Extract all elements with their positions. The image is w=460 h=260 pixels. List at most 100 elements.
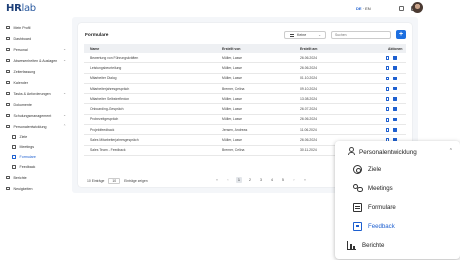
document-icon	[6, 102, 10, 107]
table-row[interactable]: Mitarbeiter Dialog Müller, Lasse 01.10.202…	[84, 74, 406, 84]
sidebar-item-berichte[interactable]: Berichte	[0, 172, 70, 183]
trash-icon[interactable]	[393, 97, 397, 101]
news-icon	[6, 186, 10, 191]
table-row[interactable]: Bewertung von Führungskräften Müller, Las…	[84, 53, 406, 64]
trash-icon[interactable]	[393, 76, 397, 81]
edit-icon[interactable]	[386, 86, 390, 91]
language-switch[interactable]: DE · EN	[356, 6, 371, 11]
sidebar-item-training[interactable]: Schulungsmanagement ⌄	[0, 110, 70, 121]
people-icon	[6, 47, 10, 52]
sidebar-item-neuigkeiten[interactable]: Neuigkeiten	[0, 183, 70, 194]
page-size-select[interactable]: 10	[108, 178, 121, 184]
column-header-actions: Aktionen	[388, 46, 403, 51]
chevron-down-icon: ⌄	[63, 47, 66, 51]
calendar-icon	[6, 80, 10, 85]
chart-icon	[6, 175, 10, 180]
edit-icon[interactable]	[386, 66, 390, 71]
print-icon[interactable]	[399, 6, 404, 11]
table-row[interactable]: Leistungsbeurteilung Müller, Lasse 26.06.2…	[84, 63, 406, 74]
table-header: Name Erstellt von Erstellt am Aktionen	[84, 44, 406, 53]
sidebar-item-tasks[interactable]: Tasks & Anforderungen ⌄	[0, 88, 70, 99]
clock-icon	[6, 69, 10, 74]
column-header-created-at[interactable]: Erstellt am	[300, 47, 317, 51]
edit-icon[interactable]	[386, 117, 390, 122]
zoom-item-ziele[interactable]: Ziele	[353, 162, 381, 176]
next-page-button[interactable]: ›	[291, 177, 297, 183]
trash-icon[interactable]	[393, 86, 397, 91]
trash-icon[interactable]	[393, 117, 397, 122]
page-5-button[interactable]: 5	[280, 177, 286, 183]
chart-icon	[347, 240, 356, 250]
chevron-up-icon: ⌃	[448, 148, 453, 154]
sidebar-item-time-tracking[interactable]: Zeiterfassung	[0, 66, 70, 77]
table-row[interactable]: Mitarbeiter Selbstreflexion Müller, Lasse…	[84, 94, 406, 105]
dashboard-icon	[6, 36, 10, 41]
sidebar-item-calendar[interactable]: Kalender	[0, 77, 70, 88]
chevron-down-icon: ⌄	[63, 91, 66, 95]
edit-icon[interactable]	[386, 128, 390, 132]
target-icon	[12, 135, 16, 139]
edit-icon[interactable]	[386, 97, 390, 101]
column-header-created-by[interactable]: Erstellt von	[222, 47, 240, 51]
edit-icon[interactable]	[386, 76, 390, 81]
people-icon	[6, 124, 10, 129]
last-page-button[interactable]: »	[302, 177, 308, 183]
zoom-item-feedback[interactable]: Feedback	[353, 219, 395, 233]
prev-page-button[interactable]: ‹	[225, 177, 231, 183]
zoom-section-label: Personalentwicklung	[359, 148, 417, 156]
sidebar-item-dashboard[interactable]: Dashboard	[0, 33, 70, 44]
form-icon	[12, 155, 16, 159]
logo[interactable]: HRlab	[6, 3, 36, 14]
sidebar-item-personalentwicklung[interactable]: Personalentwicklung ⌃	[0, 121, 70, 132]
first-page-button[interactable]: «	[214, 177, 220, 183]
sidebar-item-documents[interactable]: Dokumente	[0, 99, 70, 110]
target-icon	[353, 164, 362, 174]
entries-info: 10 Einträge 10 Einträge zeigen	[87, 178, 148, 184]
filter-dropdown[interactable]: Keine ⌄	[284, 31, 326, 39]
chevron-down-icon: ⌄	[318, 33, 321, 38]
trash-icon[interactable]	[393, 66, 397, 70]
trash-icon[interactable]	[393, 56, 397, 60]
page-2-button[interactable]: 2	[247, 177, 253, 183]
table-row[interactable]: Onboarding-Gespräch Müller, Lasse 26.07.20…	[84, 104, 406, 115]
sidebar: Mein Profil Dashboard Personal ⌄ Abwesenh…	[0, 22, 70, 200]
feedback-icon	[353, 221, 362, 231]
entries-count: 10 Einträge	[87, 179, 105, 183]
zoomed-sidebar-panel: Personalentwicklung ⌃ Ziele Meetings For…	[335, 141, 460, 259]
column-header-name[interactable]: Name	[90, 47, 99, 51]
sidebar-item-feedback[interactable]: Feedback	[0, 162, 70, 172]
chevron-down-icon: ⌄	[63, 113, 66, 117]
edit-icon[interactable]	[386, 107, 390, 112]
zoom-item-berichte[interactable]: Berichte	[347, 238, 384, 252]
edit-icon[interactable]	[386, 56, 390, 60]
calendar-icon	[6, 58, 10, 63]
table-row[interactable]: Projektfeedback Jensen, Andreas 11.06.2024	[84, 125, 406, 136]
table-row[interactable]: Mitarbeiterjahresgespräch Bremer, Celina 0…	[84, 84, 406, 95]
trash-icon[interactable]	[393, 128, 397, 132]
page-4-button[interactable]: 4	[269, 177, 275, 183]
training-icon	[6, 113, 10, 118]
sidebar-item-formulare[interactable]: Formulare	[0, 152, 70, 162]
avatar[interactable]	[412, 2, 423, 13]
page-title: Formulare	[85, 33, 109, 38]
search-input[interactable]	[331, 31, 391, 39]
chevron-down-icon: ⌄	[63, 58, 66, 62]
zoom-item-formulare[interactable]: Formulare	[353, 200, 396, 214]
zoom-item-meetings[interactable]: Meetings	[353, 181, 393, 195]
people-icon	[348, 147, 356, 155]
pagination: « ‹ 1 2 3 4 5 › »	[214, 177, 308, 183]
page-1-button[interactable]: 1	[236, 177, 242, 183]
page-3-button[interactable]: 3	[258, 177, 264, 183]
form-icon	[353, 202, 362, 212]
zoom-section-header[interactable]: Personalentwicklung ⌃	[345, 145, 455, 159]
sidebar-item-meetings[interactable]: Meetings	[0, 142, 70, 152]
tasks-icon	[6, 91, 10, 96]
sidebar-item-personal[interactable]: Personal ⌄	[0, 44, 70, 55]
add-form-button[interactable]: +	[396, 30, 406, 39]
sidebar-item-profile[interactable]: Mein Profil	[0, 22, 70, 33]
sidebar-item-absences[interactable]: Abwesenheiten & Auslagen ⌄	[0, 55, 70, 66]
sidebar-item-ziele[interactable]: Ziele	[0, 132, 70, 142]
trash-icon[interactable]	[393, 107, 397, 112]
table-row[interactable]: Probezeitgespräch Müller, Lasse 26.06.2024	[84, 115, 406, 126]
feedback-icon	[12, 165, 16, 169]
